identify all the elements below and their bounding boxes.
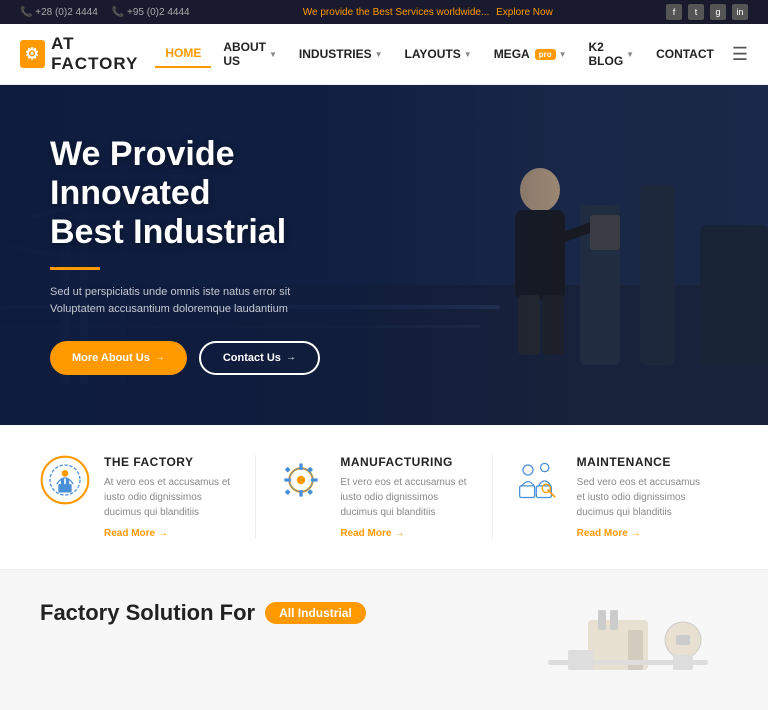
main-nav: HOME ABOUT US ▼ INDUSTRIES ▼ LAYOUTS ▼ M…	[155, 34, 748, 74]
hero-description: Sed ut perspiciatis unde omnis iste natu…	[50, 284, 330, 319]
arrow-icon: →	[631, 528, 641, 539]
feature-maintenance-link[interactable]: Read More →	[577, 528, 708, 539]
linkedin-icon[interactable]: in	[732, 4, 748, 20]
solution-graphic-area	[396, 600, 728, 690]
feature-maintenance: MAINTENANCE Sed vero eos et accusamus et…	[493, 455, 728, 539]
top-bar-contacts: 📞 +28 (0)2 4444 📞 +95 (0)2 4444	[20, 7, 190, 18]
solution-title-area: Factory Solution For All Industrial	[40, 600, 366, 626]
features-section: THE FACTORY At vero eos et accusamus et …	[0, 425, 768, 570]
chevron-down-icon: ▼	[559, 50, 567, 59]
nav-layouts[interactable]: LAYOUTS ▼	[395, 41, 482, 67]
feature-factory-desc: At vero eos et accusamus et iusto odio d…	[104, 475, 235, 520]
maintenance-icon	[513, 455, 563, 505]
arrow-right-icon: →	[286, 352, 296, 363]
header: ⚙ AT FACTORY HOME ABOUT US ▼ INDUSTRIES …	[0, 24, 768, 85]
chevron-down-icon: ▼	[626, 50, 634, 59]
phone-icon-1: 📞 +28 (0)2 4444	[20, 7, 98, 18]
feature-maintenance-desc: Sed vero eos et accusamus et iusto odio …	[577, 475, 708, 520]
hero-buttons: More About Us → Contact Us →	[50, 341, 370, 375]
feature-maintenance-title: MAINTENANCE	[577, 455, 708, 469]
logo[interactable]: ⚙ AT FACTORY	[20, 34, 155, 74]
hero-section: We Provide Innovated Best Industrial Sed…	[0, 85, 768, 425]
chevron-down-icon: ▼	[269, 50, 277, 59]
mega-badge: pro	[535, 49, 556, 60]
feature-manufacturing-link[interactable]: Read More →	[340, 528, 471, 539]
solution-section: Factory Solution For All Industrial	[0, 570, 768, 710]
feature-manufacturing-desc: Et vero eos et accusamus et iusto odio d…	[340, 475, 471, 520]
hero-divider	[50, 267, 100, 270]
hero-content: We Provide Innovated Best Industrial Sed…	[0, 135, 420, 374]
chevron-down-icon: ▼	[375, 50, 383, 59]
solution-graphic	[508, 600, 728, 690]
phone-icon-2: 📞 +95 (0)2 4444	[112, 7, 190, 18]
contact-us-button[interactable]: Contact Us →	[199, 341, 320, 375]
explore-link[interactable]: Explore Now	[496, 7, 553, 18]
solution-title: Factory Solution For All Industrial	[40, 600, 366, 626]
nav-industries[interactable]: INDUSTRIES ▼	[289, 41, 393, 67]
solution-badge: All Industrial	[265, 602, 366, 624]
arrow-icon: →	[394, 528, 404, 539]
nav-home[interactable]: HOME	[155, 40, 211, 68]
nav-about[interactable]: ABOUT US ▼	[213, 34, 287, 74]
hamburger-menu[interactable]: ☰	[732, 44, 748, 65]
feature-factory-link[interactable]: Read More →	[104, 528, 235, 539]
nav-mega[interactable]: MEGA pro ▼	[484, 41, 577, 67]
feature-maintenance-text: MAINTENANCE Sed vero eos et accusamus et…	[577, 455, 708, 539]
facebook-icon[interactable]: f	[666, 4, 682, 20]
manufacturing-icon	[276, 455, 326, 505]
arrow-icon: →	[158, 528, 168, 539]
twitter-icon[interactable]: t	[688, 4, 704, 20]
more-about-us-button[interactable]: More About Us →	[50, 341, 187, 375]
google-plus-icon[interactable]: g	[710, 4, 726, 20]
social-links[interactable]: f t g in	[666, 4, 748, 20]
logo-icon: ⚙	[20, 40, 45, 68]
feature-factory: THE FACTORY At vero eos et accusamus et …	[40, 455, 256, 539]
nav-blog[interactable]: K2 BLOG ▼	[579, 34, 645, 74]
top-bar-tagline: We provide the Best Services worldwide..…	[303, 7, 553, 18]
feature-manufacturing-title: MANUFACTURING	[340, 455, 471, 469]
feature-manufacturing: MANUFACTURING Et vero eos et accusamus e…	[256, 455, 492, 539]
gear-icon: ⚙	[25, 44, 40, 64]
hero-title: We Provide Innovated Best Industrial	[50, 135, 370, 252]
logo-text: AT FACTORY	[51, 34, 155, 74]
top-bar: 📞 +28 (0)2 4444 📞 +95 (0)2 4444 We provi…	[0, 0, 768, 24]
feature-factory-text: THE FACTORY At vero eos et accusamus et …	[104, 455, 235, 539]
arrow-right-icon: →	[155, 352, 165, 363]
chevron-down-icon: ▼	[464, 50, 472, 59]
nav-contact[interactable]: CONTACT	[646, 41, 724, 67]
feature-manufacturing-text: MANUFACTURING Et vero eos et accusamus e…	[340, 455, 471, 539]
feature-factory-title: THE FACTORY	[104, 455, 235, 469]
factory-icon	[40, 455, 90, 505]
